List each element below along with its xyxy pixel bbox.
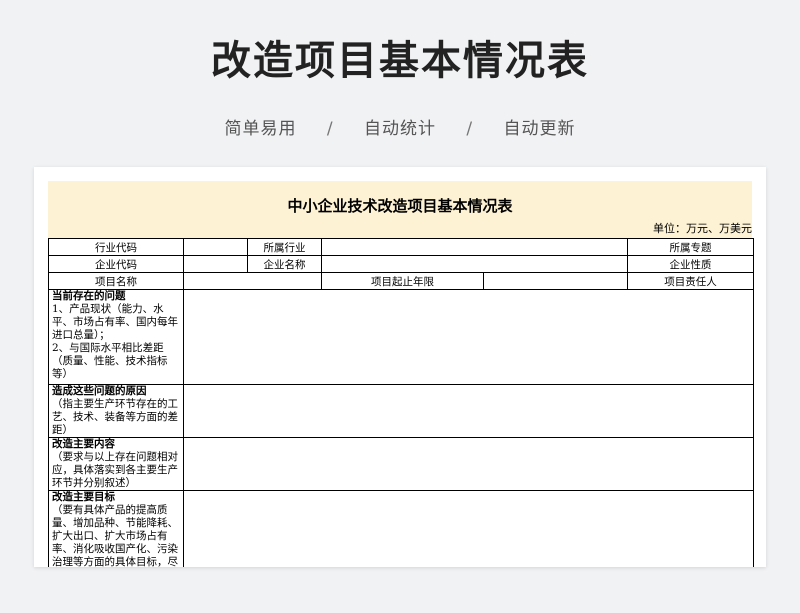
tag-auto-update: 自动更新 <box>503 119 576 139</box>
feature-tags: 简单易用 / 自动统计 / 自动更新 <box>0 114 800 139</box>
section-title: 改造主要目标 <box>52 491 115 504</box>
section-description: （指主要生产环节存在的工艺、技术、装备等方面的差距） <box>52 398 178 436</box>
value-project-name[interactable] <box>183 272 322 290</box>
tag-separator: / <box>326 119 334 139</box>
label-company-code: 企业代码 <box>48 255 184 273</box>
spreadsheet-preview: 中小企业技术改造项目基本情况表 单位：万元、万美元 行业代码 所属行业 所属专题… <box>34 167 766 567</box>
label-industry-code: 行业代码 <box>48 238 184 256</box>
label-industry: 所属行业 <box>247 238 322 256</box>
section-label-causes: 造成这些问题的原因 （指主要生产环节存在的工艺、技术、装备等方面的差距） <box>48 384 184 438</box>
label-project-years: 项目起止年限 <box>321 272 484 290</box>
section-row-problems: 当前存在的问题 1、产品现状（能力、水平、市场占有率、国内每年进口总量）； 2、… <box>48 289 754 385</box>
section-content-content[interactable] <box>183 437 754 491</box>
section-title: 当前存在的问题 <box>52 290 126 303</box>
value-company-code[interactable] <box>183 255 248 273</box>
section-content-causes[interactable] <box>183 384 754 438</box>
value-industry[interactable] <box>321 238 628 256</box>
value-project-years[interactable] <box>483 272 628 290</box>
sheet-title: 中小企业技术改造项目基本情况表 <box>287 197 513 215</box>
section-description: （要求与以上存在问题相对应，具体落实到各主要生产环节并分别叙述） <box>52 451 178 489</box>
sheet-header: 中小企业技术改造项目基本情况表 单位：万元、万美元 <box>48 181 752 238</box>
section-title: 造成这些问题的原因 <box>52 385 147 398</box>
section-title: 改造主要内容 <box>52 438 115 451</box>
section-label-content: 改造主要内容 （要求与以上存在问题相对应，具体落实到各主要生产环节并分别叙述） <box>48 437 184 491</box>
section-description: （要有具体产品的提高质量、增加品种、节能降耗、扩大出口、扩大市场占有率、消化吸收… <box>52 504 178 567</box>
label-company-type: 企业性质 <box>627 255 754 273</box>
label-topic: 所属专题 <box>627 238 754 256</box>
section-content-problems[interactable] <box>183 289 754 385</box>
info-row-industry: 行业代码 所属行业 所属专题 <box>48 238 754 256</box>
section-content-goals[interactable] <box>183 490 754 567</box>
section-label-problems: 当前存在的问题 1、产品现状（能力、水平、市场占有率、国内每年进口总量）； 2、… <box>48 289 184 385</box>
tag-separator: / <box>466 119 474 139</box>
tag-easy-to-use: 简单易用 <box>224 119 297 139</box>
value-industry-code[interactable] <box>183 238 248 256</box>
info-row-company: 企业代码 企业名称 企业性质 <box>48 255 754 273</box>
label-project-name: 项目名称 <box>48 272 184 290</box>
section-row-causes: 造成这些问题的原因 （指主要生产环节存在的工艺、技术、装备等方面的差距） <box>48 384 754 438</box>
project-form-table: 行业代码 所属行业 所属专题 企业代码 企业名称 企业性质 项目名称 项目起止年… <box>48 238 754 567</box>
page-title: 改造项目基本情况表 <box>211 38 589 84</box>
section-row-goals: 改造主要目标 （要有具体产品的提高质量、增加品种、节能降耗、扩大出口、扩大市场占… <box>48 490 754 567</box>
unit-label: 单位：万元、万美元 <box>653 222 752 235</box>
value-company-name[interactable] <box>321 255 628 273</box>
section-row-content: 改造主要内容 （要求与以上存在问题相对应，具体落实到各主要生产环节并分别叙述） <box>48 437 754 491</box>
section-description: 1、产品现状（能力、水平、市场占有率、国内每年进口总量）； 2、与国际水平相比差… <box>52 303 178 380</box>
info-row-project: 项目名称 项目起止年限 项目责任人 <box>48 272 754 290</box>
label-project-owner: 项目责任人 <box>627 272 754 290</box>
label-company-name: 企业名称 <box>247 255 322 273</box>
section-label-goals: 改造主要目标 （要有具体产品的提高质量、增加品种、节能降耗、扩大出口、扩大市场占… <box>48 490 184 567</box>
tag-auto-stats: 自动统计 <box>364 119 436 139</box>
